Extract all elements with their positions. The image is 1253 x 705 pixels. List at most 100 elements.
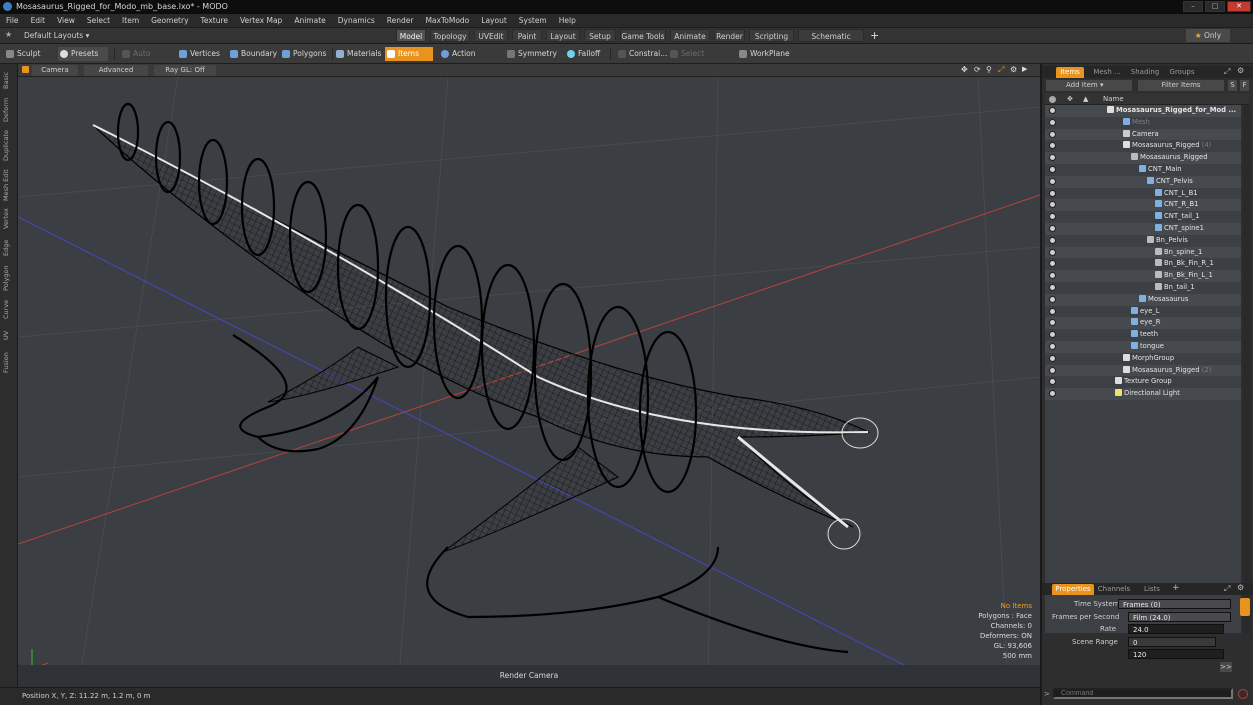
- tree-row[interactable]: Texture Group: [1045, 376, 1241, 388]
- tree-row[interactable]: Camera: [1045, 128, 1241, 141]
- layout-tab-paint[interactable]: Paint: [512, 29, 542, 42]
- action-center-button[interactable]: Action Center: [439, 47, 499, 72]
- menu-render[interactable]: Render: [381, 14, 420, 28]
- left-tab-vertex[interactable]: Vertex: [2, 206, 16, 232]
- rate-input[interactable]: 24.0: [1128, 624, 1224, 634]
- layout-tab-setup[interactable]: Setup: [584, 29, 616, 42]
- menu-vertex-map[interactable]: Vertex Map: [234, 14, 288, 28]
- properties-side-tab[interactable]: [1240, 598, 1250, 616]
- visibility-eye-icon[interactable]: [1049, 390, 1056, 398]
- only-toggle[interactable]: ★ Only: [1186, 29, 1230, 42]
- item-list-scrollbar[interactable]: [1243, 105, 1251, 633]
- visibility-eye-icon[interactable]: [1049, 260, 1056, 268]
- menu-texture[interactable]: Texture: [195, 14, 234, 28]
- viewport-settings-icon[interactable]: ⚙: [1010, 65, 1017, 74]
- boundary-button[interactable]: Boundary: [228, 47, 278, 61]
- tree-row[interactable]: Bn_Pelvis: [1045, 235, 1241, 247]
- name-column-header[interactable]: Name: [1103, 93, 1124, 105]
- add-tab-icon[interactable]: +: [870, 29, 879, 42]
- visibility-eye-icon[interactable]: [1049, 284, 1056, 291]
- tree-row[interactable]: CNT_Pelvis: [1045, 175, 1241, 188]
- tree-row[interactable]: CNT_Main: [1045, 164, 1241, 176]
- tree-row[interactable]: eye_R: [1045, 317, 1241, 330]
- add-item-dropdown[interactable]: Add Item ▾: [1046, 80, 1132, 91]
- add-properties-tab-icon[interactable]: +: [1172, 583, 1180, 593]
- left-tab-mesh-edit[interactable]: Mesh Edit: [2, 168, 16, 202]
- visibility-eye-icon[interactable]: [1049, 295, 1056, 303]
- constraints-button[interactable]: Constrai...: [616, 47, 667, 61]
- tree-row[interactable]: Mosasaurus_Rigged (4): [1045, 140, 1241, 152]
- tree-row[interactable]: CNT_L_B1: [1045, 188, 1241, 200]
- menu-file[interactable]: File: [0, 14, 25, 28]
- raygl-toggle[interactable]: Ray GL: Off: [154, 65, 216, 76]
- tab-lists[interactable]: Lists: [1137, 584, 1167, 595]
- visibility-eye-icon[interactable]: [1049, 130, 1056, 138]
- tree-row[interactable]: teeth: [1045, 329, 1241, 341]
- left-tab-curve[interactable]: Curve: [2, 296, 16, 322]
- maximize-button[interactable]: □: [1205, 1, 1225, 12]
- tree-row[interactable]: CNT_tail_1: [1045, 211, 1241, 223]
- visibility-eye-icon[interactable]: [1049, 189, 1056, 197]
- layout-tab-render[interactable]: Render: [714, 29, 745, 42]
- visibility-eye-icon[interactable]: [1049, 154, 1056, 162]
- tab-shading[interactable]: Shading: [1128, 67, 1162, 78]
- visibility-eye-icon[interactable]: [1049, 354, 1056, 362]
- layout-tab-scripting[interactable]: Scripting: [749, 29, 794, 42]
- menu-layout[interactable]: Layout: [475, 14, 513, 28]
- panel-settings-icon[interactable]: ⚙: [1237, 66, 1244, 75]
- menu-help[interactable]: Help: [553, 14, 582, 28]
- materials-button[interactable]: Materials: [334, 47, 382, 61]
- left-tab-uv[interactable]: UV: [2, 326, 16, 344]
- close-button[interactable]: ✕: [1227, 1, 1251, 12]
- tab-items[interactable]: Items: [1056, 67, 1084, 78]
- tree-row[interactable]: Bn_Bk_Fin_L_1: [1045, 270, 1241, 282]
- fit-view-icon[interactable]: ⤢: [998, 65, 1004, 75]
- menu-maxtomodo[interactable]: MaxToModo: [419, 14, 475, 28]
- layout-tab-topology[interactable]: Topology: [430, 29, 470, 42]
- left-tab-basic[interactable]: Basic: [2, 68, 16, 92]
- command-input[interactable]: [1053, 688, 1233, 699]
- visibility-eye-icon[interactable]: [1049, 213, 1056, 221]
- visibility-eye-icon[interactable]: [1049, 319, 1056, 327]
- move-view-icon[interactable]: ✥: [961, 65, 968, 74]
- falloff-button[interactable]: Falloff: [565, 47, 605, 61]
- layout-tab-uvedit[interactable]: UVEdit: [474, 29, 508, 42]
- symmetry-button[interactable]: Symmetry: [505, 47, 557, 61]
- visibility-eye-icon[interactable]: [1049, 248, 1056, 256]
- menu-select[interactable]: Select: [81, 14, 116, 28]
- zoom-view-icon[interactable]: ⚲: [986, 65, 992, 74]
- scene-end-input[interactable]: 120: [1128, 649, 1224, 659]
- tab-groups[interactable]: Groups: [1166, 67, 1198, 78]
- items-button[interactable]: Items: [385, 47, 433, 61]
- tree-row[interactable]: Directional Light: [1045, 388, 1241, 400]
- tree-row[interactable]: eye_L: [1045, 306, 1241, 318]
- select-through-button[interactable]: Select Through: [668, 47, 732, 72]
- minimize-button[interactable]: –: [1183, 1, 1203, 12]
- properties-settings-icon[interactable]: ⚙: [1237, 583, 1244, 592]
- layout-tab-layout[interactable]: Layout: [546, 29, 580, 42]
- visibility-eye-icon[interactable]: [1049, 378, 1056, 386]
- layout-tab-schematic-fusion[interactable]: Schematic Fusion: [798, 29, 864, 54]
- left-tab-deform[interactable]: Deform: [2, 96, 16, 124]
- expand-properties-button[interactable]: >>: [1220, 662, 1232, 672]
- sculpt-button[interactable]: Sculpt: [4, 47, 52, 61]
- workplane-button[interactable]: WorkPlane: [737, 47, 790, 61]
- viewport-menu-icon[interactable]: [22, 66, 29, 73]
- 3d-viewport[interactable]: No Items Polygons : Face Channels: 0 Def…: [18, 77, 1040, 687]
- visibility-eye-icon[interactable]: [1049, 142, 1056, 150]
- tree-row[interactable]: Bn_spine_1: [1045, 246, 1241, 259]
- tree-row[interactable]: MorphGroup: [1045, 353, 1241, 365]
- menu-edit[interactable]: Edit: [25, 14, 52, 28]
- tree-row[interactable]: CNT_R_B1: [1045, 199, 1241, 212]
- rotate-view-icon[interactable]: ⟳: [974, 65, 981, 74]
- tree-row[interactable]: Bn_Bk_Fin_R_1: [1045, 258, 1241, 270]
- visibility-eye-icon[interactable]: [1049, 107, 1056, 114]
- layouts-dropdown[interactable]: Default Layouts ▾: [24, 30, 89, 42]
- menu-view[interactable]: View: [51, 14, 81, 28]
- left-tab-edge[interactable]: Edge: [2, 236, 16, 260]
- tree-row[interactable]: Mosasaurus_Rigged: [1045, 152, 1241, 164]
- left-tab-fusion[interactable]: Fusion: [2, 348, 16, 378]
- menu-geometry[interactable]: Geometry: [145, 14, 194, 28]
- visibility-eye-icon[interactable]: [1049, 225, 1056, 232]
- scene-start-input[interactable]: 0: [1128, 637, 1216, 647]
